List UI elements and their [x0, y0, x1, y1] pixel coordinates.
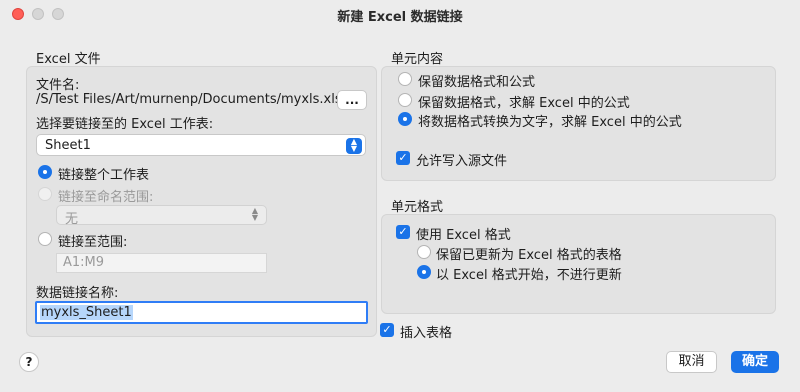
allow-write-label: 允许写入源文件 [416, 154, 508, 169]
content-option1-label: 保留数据格式和公式 [418, 75, 536, 90]
use-excel-format-checkbox[interactable]: ✓ [396, 225, 410, 239]
file-name-label: 文件名: [36, 78, 80, 93]
content-option3-radio[interactable] [398, 112, 412, 126]
help-button[interactable]: ? [19, 352, 39, 372]
content-option2-label: 保留数据格式，求解 Excel 中的公式 [418, 96, 630, 111]
keep-updated-radio[interactable] [417, 245, 431, 259]
chevron-updown-icon: ▲ ▼ [251, 206, 259, 222]
window-title: 新建 Excel 数据链接 [337, 10, 463, 25]
content-option1-radio[interactable] [398, 72, 412, 86]
link-whole-sheet-label: 链接整个工作表 [58, 168, 150, 183]
link-range-radio[interactable] [38, 232, 52, 246]
insert-table-label: 插入表格 [400, 326, 453, 341]
cancel-button[interactable]: 取消 [666, 351, 717, 373]
link-name-label: 数据链接名称: [36, 286, 119, 301]
link-named-range-label: 链接至命名范围: [58, 190, 154, 205]
named-range-value: 无 [65, 212, 79, 227]
content-option3-label: 将数据格式转换为文字，求解 Excel 中的公式 [418, 115, 682, 130]
link-name-input[interactable]: myxls_Sheet1 [35, 301, 368, 324]
sheet-select-value: Sheet1 [45, 138, 91, 153]
cell-content-group-label: 单元内容 [391, 52, 444, 67]
cell-format-group-label: 单元格式 [391, 200, 444, 215]
excel-file-group-label: Excel 文件 [36, 52, 101, 67]
use-excel-format-label: 使用 Excel 格式 [416, 228, 511, 243]
link-name-value: myxls_Sheet1 [40, 305, 133, 320]
link-whole-sheet-radio[interactable] [38, 165, 52, 179]
range-field[interactable]: A1:M9 [56, 253, 267, 273]
title-bar: 新建 Excel 数据链接 [0, 0, 800, 28]
select-sheet-label: 选择要链接至的 Excel 工作表: [36, 117, 214, 132]
ok-button[interactable]: 确定 [731, 351, 779, 373]
start-no-update-radio[interactable] [417, 265, 431, 279]
link-named-range-radio[interactable] [38, 187, 52, 201]
sheet-select[interactable]: Sheet1 ▲ ▼ [36, 134, 366, 156]
content-option2-radio[interactable] [398, 93, 412, 107]
insert-table-checkbox[interactable]: ✓ [380, 323, 394, 337]
file-path: /S/Test Files/Art/murnenp/Documents/myxl… [36, 92, 350, 107]
start-no-update-label: 以 Excel 格式开始，不进行更新 [436, 268, 622, 283]
browse-button[interactable]: ... [337, 90, 367, 110]
named-range-select[interactable]: 无 ▲ ▼ [56, 205, 267, 227]
keep-updated-label: 保留已更新为 Excel 格式的表格 [436, 248, 622, 263]
chevron-updown-icon: ▲ ▼ [346, 138, 362, 154]
link-range-label: 链接至范围: [58, 235, 128, 250]
allow-write-checkbox[interactable]: ✓ [396, 151, 410, 165]
